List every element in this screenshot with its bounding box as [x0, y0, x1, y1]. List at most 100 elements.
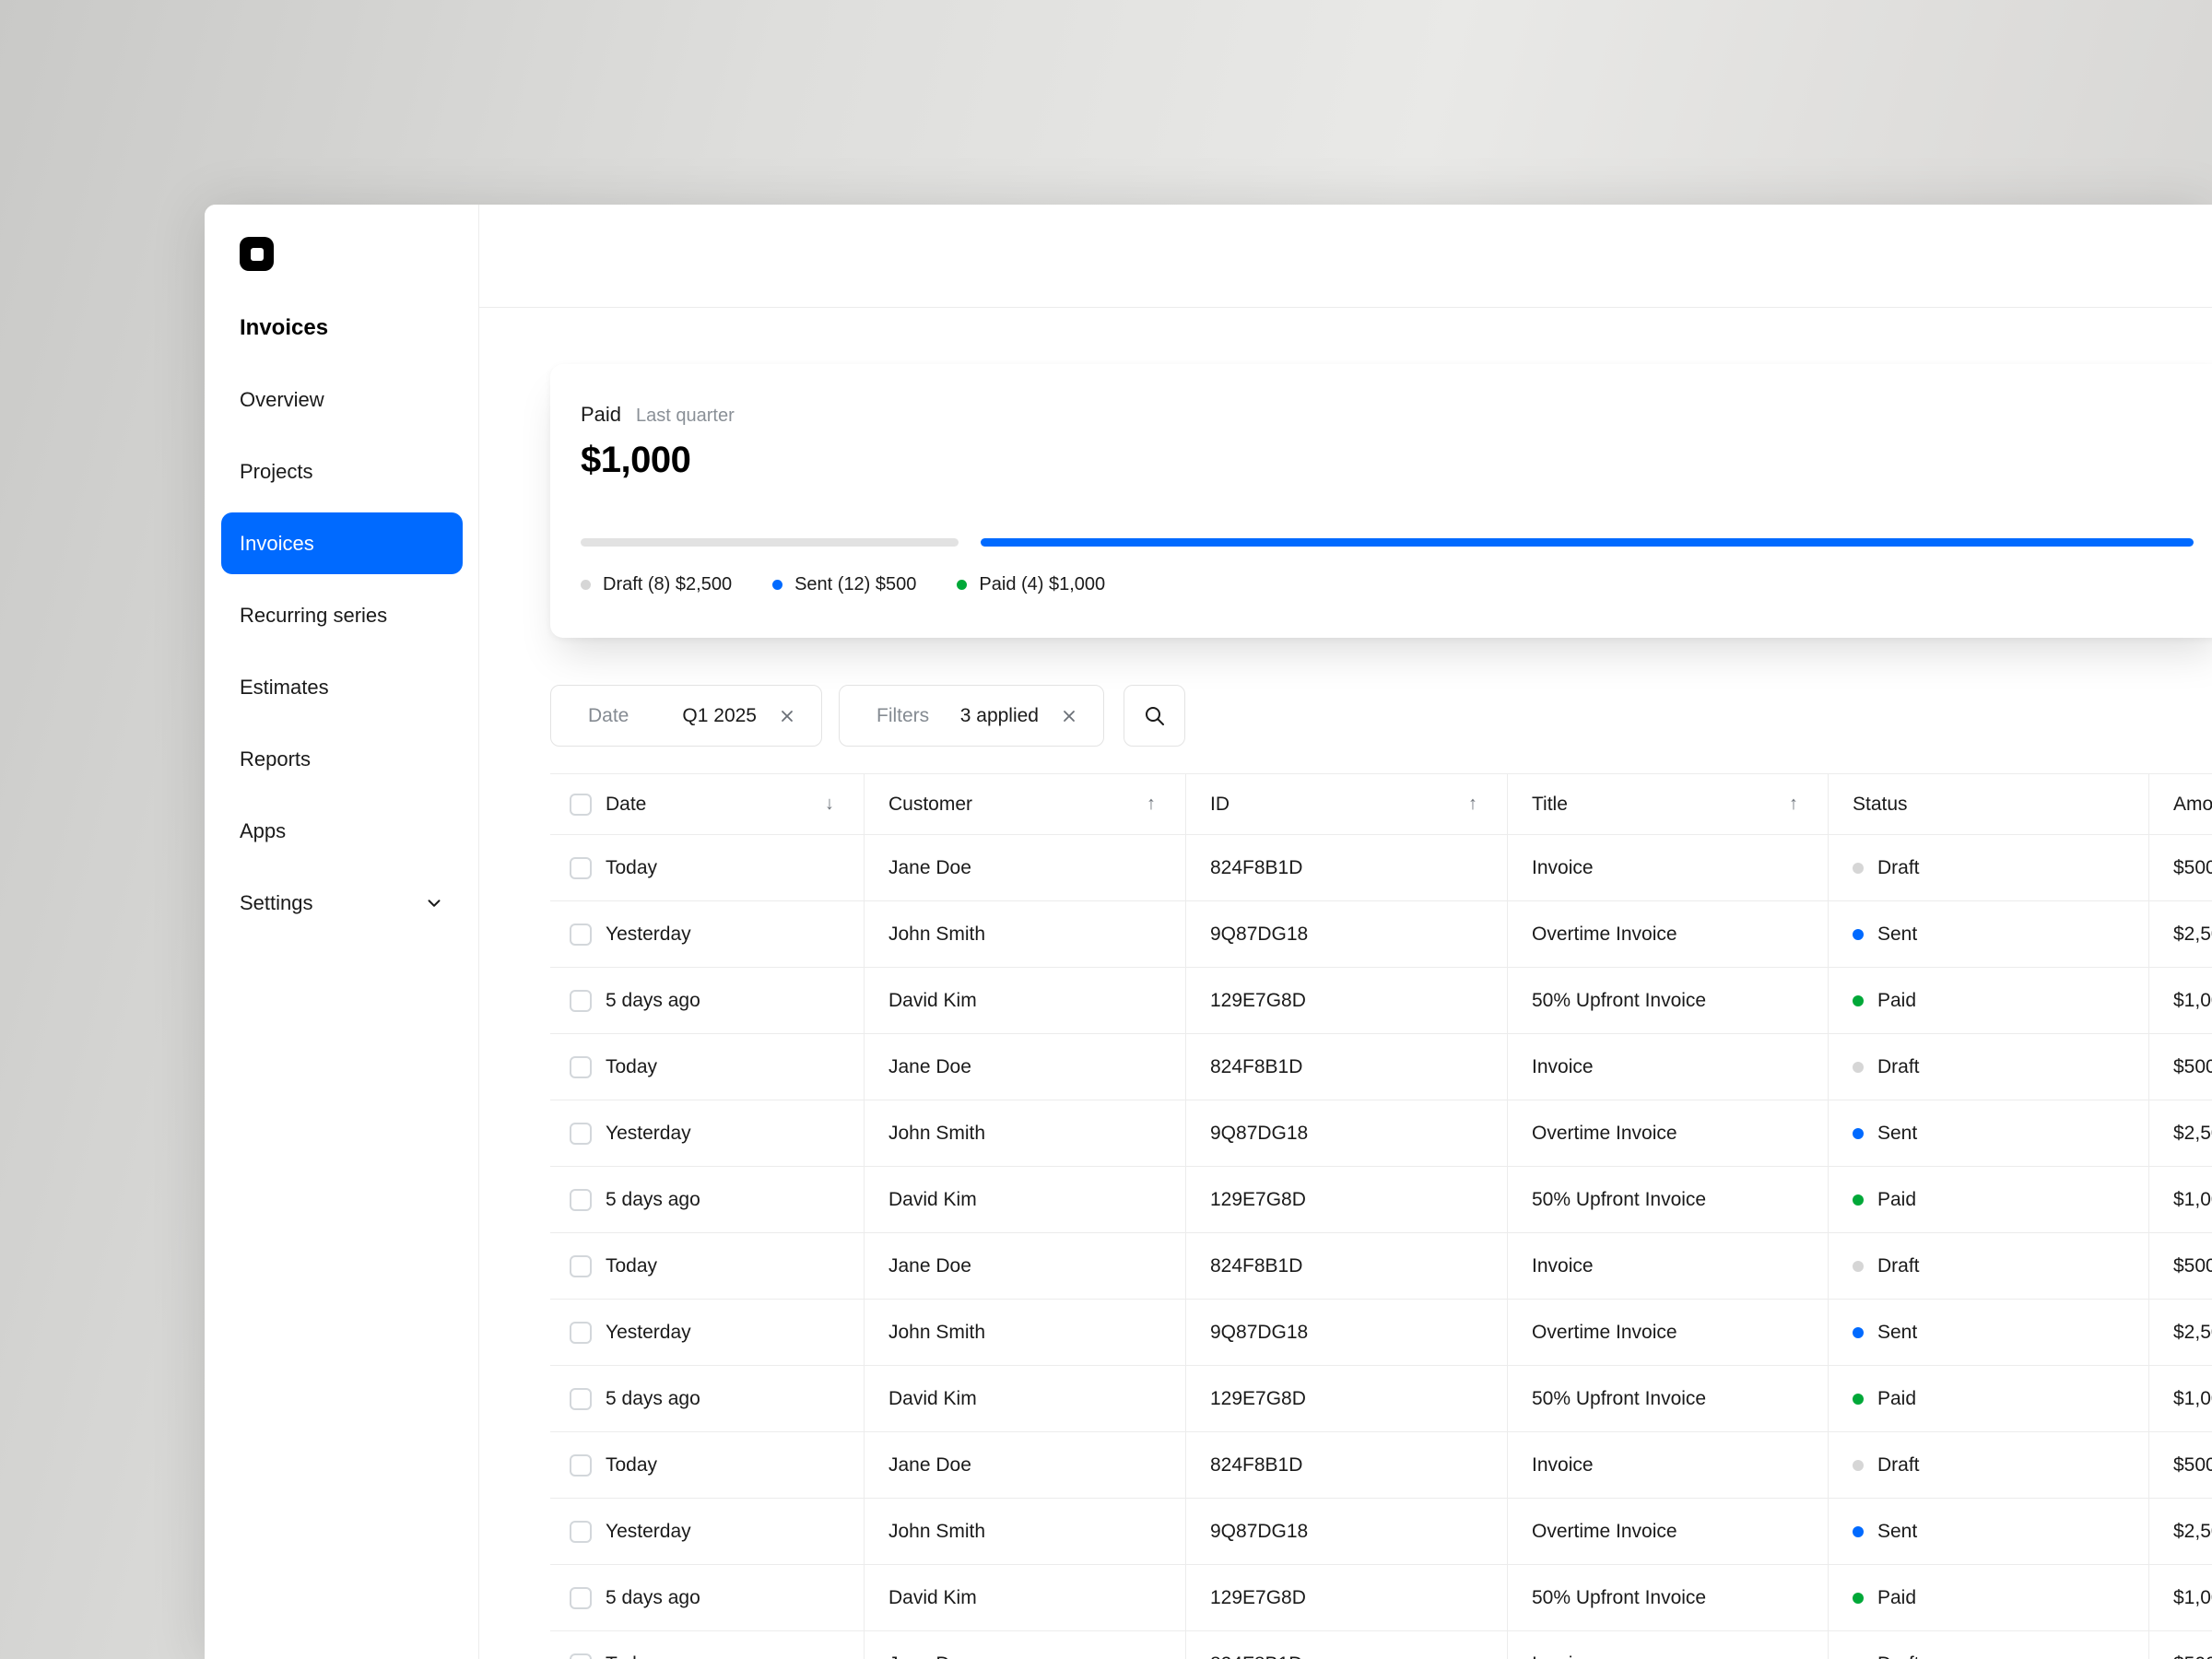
id-cell: 9Q87DG18	[1186, 901, 1508, 967]
title-cell: 50% Upfront Invoice	[1508, 1565, 1829, 1630]
status-badge: Paid	[1877, 1188, 1917, 1210]
date-text: 5 days ago	[606, 1586, 700, 1608]
search-button[interactable]	[1124, 685, 1185, 747]
row-checkbox[interactable]	[570, 1122, 592, 1145]
sort-up-icon[interactable]: ↑	[1789, 794, 1798, 815]
sort-up-icon[interactable]: ↑	[1468, 794, 1477, 815]
row-checkbox[interactable]	[570, 923, 592, 946]
table-row[interactable]: 5 days ago David Kim 129E7G8D 50% Upfront I…	[550, 1167, 2212, 1233]
filters-chip-label: Filters	[877, 704, 930, 726]
status-dot	[1853, 1459, 1864, 1471]
app-window: Invoices Overview Projects Invoices Recurri…	[205, 205, 2212, 1659]
table-row[interactable]: Today Jane Doe824F8B1DInvoice Draft $500	[550, 835, 2212, 901]
date-chip-value: Q1 2025	[682, 704, 757, 726]
clear-filters-icon[interactable]	[1061, 708, 1077, 724]
title-cell: Overtime Invoice	[1508, 901, 1829, 967]
row-checkbox[interactable]	[570, 989, 592, 1012]
sidebar-item-label: Settings	[240, 890, 313, 914]
top-header	[479, 205, 2212, 308]
id-cell: 824F8B1D	[1186, 835, 1508, 900]
row-checkbox[interactable]	[570, 1653, 592, 1659]
column-header-title[interactable]: Title ↑	[1508, 774, 1829, 834]
date-cell: Yesterday	[550, 1499, 865, 1564]
status-cell: Draft	[1829, 1631, 2149, 1659]
filters-chip[interactable]: Filters 3 applied	[839, 685, 1104, 747]
legend-dot	[957, 580, 968, 590]
sidebar-item-projects[interactable]: Projects	[221, 441, 463, 502]
id-cell: 129E7G8D	[1186, 1366, 1508, 1431]
sidebar-item-reports[interactable]: Reports	[221, 728, 463, 790]
column-header-status[interactable]: Status	[1829, 774, 2149, 834]
status-cell: Draft	[1829, 1233, 2149, 1299]
legend-label: Draft (8) $2,500	[603, 574, 733, 594]
status-cell: Draft	[1829, 1432, 2149, 1498]
sidebar-item-label: Reports	[240, 747, 312, 771]
row-checkbox[interactable]	[570, 1387, 592, 1410]
table-row[interactable]: Yesterday John Smith 9Q87DG18 Overtime Invo…	[550, 901, 2212, 968]
row-checkbox[interactable]	[570, 1188, 592, 1211]
status-badge: Draft	[1877, 856, 1920, 878]
column-header-date[interactable]: Date ↓	[550, 774, 865, 834]
summary-header: Paid Last quarter	[581, 403, 2194, 427]
sidebar-item-apps[interactable]: Apps	[221, 800, 463, 862]
date-cell: Yesterday	[550, 1300, 865, 1365]
column-label: Amount	[2173, 793, 2212, 815]
customer-cell: David Kim	[865, 1167, 1186, 1232]
status-cell: Paid	[1829, 1565, 2149, 1630]
column-label: Title	[1532, 793, 1568, 815]
column-header-id[interactable]: ID ↑	[1186, 774, 1508, 834]
amount-cell: $500	[2173, 1254, 2212, 1277]
table-row[interactable]: Today Jane Doe824F8B1DInvoice Draft $500	[550, 1631, 2212, 1659]
table-row[interactable]: 5 days ago David Kim 129E7G8D 50% Upfront I…	[550, 968, 2212, 1034]
sort-down-icon[interactable]: ↓	[825, 794, 834, 815]
status-badge: Sent	[1877, 1520, 1918, 1542]
title-cell: Overtime Invoice	[1508, 1300, 1829, 1365]
row-checkbox[interactable]	[570, 1453, 592, 1477]
clear-date-filter-icon[interactable]	[779, 708, 795, 724]
status-badge: Draft	[1877, 1254, 1920, 1277]
id-cell: 9Q87DG18	[1186, 1499, 1508, 1564]
sidebar-item-overview[interactable]: Overview	[221, 369, 463, 430]
column-header-amount[interactable]: Amount	[2149, 774, 2212, 834]
table-row[interactable]: Yesterday John Smith 9Q87DG18 Overtime Invo…	[550, 1300, 2212, 1366]
table-row[interactable]: Yesterday John Smith 9Q87DG18 Overtime Invo…	[550, 1499, 2212, 1565]
column-header-customer[interactable]: Customer ↑	[865, 774, 1186, 834]
status-dot	[1853, 1260, 1864, 1272]
table-row[interactable]: 5 days ago David Kim 129E7G8D 50% Upfront I…	[550, 1565, 2212, 1631]
date-text: Today	[606, 1055, 658, 1077]
row-checkbox[interactable]	[570, 1520, 592, 1543]
row-checkbox[interactable]	[570, 1055, 592, 1078]
table-row[interactable]: Today Jane Doe824F8B1DInvoice Draft $500	[550, 1432, 2212, 1499]
row-checkbox[interactable]	[570, 856, 592, 879]
select-all-checkbox[interactable]	[570, 793, 592, 816]
customer-cell: Jane Doe	[865, 1034, 1186, 1100]
sidebar-item-invoices[interactable]: Invoices	[221, 512, 463, 574]
sort-up-icon[interactable]: ↑	[1147, 794, 1156, 815]
row-checkbox[interactable]	[570, 1586, 592, 1609]
row-checkbox[interactable]	[570, 1254, 592, 1277]
table-row[interactable]: 5 days ago David Kim 129E7G8D 50% Upfront I…	[550, 1366, 2212, 1432]
amount-cell: $1,000	[2173, 1586, 2212, 1608]
date-cell: Today	[550, 835, 865, 900]
status-dot	[1853, 862, 1864, 874]
table-row[interactable]: Yesterday John Smith 9Q87DG18 Overtime Invo…	[550, 1100, 2212, 1167]
status-dot	[1853, 1525, 1864, 1537]
table-row[interactable]: Today Jane Doe824F8B1DInvoice Draft $500	[550, 1233, 2212, 1300]
date-filter-chip[interactable]: Date Q1 2025	[550, 685, 822, 747]
customer-cell: John Smith	[865, 901, 1186, 967]
status-dot	[1853, 1326, 1864, 1338]
filters-chip-value: 3 applied	[959, 704, 1039, 726]
desktop-background: { "accent_color": "#006aff", "sidebar": …	[0, 0, 2212, 1659]
status-badge: Paid	[1877, 1387, 1917, 1409]
amount-cell: $2,500	[2173, 1321, 2212, 1343]
date-text: Today	[606, 856, 658, 878]
sidebar-item-settings[interactable]: Settings	[221, 872, 463, 934]
amount-cell: $500	[2173, 1055, 2212, 1077]
row-checkbox[interactable]	[570, 1321, 592, 1344]
legend-item: Paid (4) $1,000	[957, 574, 1105, 595]
status-cell: Paid	[1829, 1167, 2149, 1232]
sidebar-item-estimates[interactable]: Estimates	[221, 656, 463, 718]
table-row[interactable]: Today Jane Doe824F8B1DInvoice Draft $500	[550, 1034, 2212, 1100]
column-label: Date	[606, 793, 647, 815]
sidebar-item-recurring-series[interactable]: Recurring series	[221, 584, 463, 646]
